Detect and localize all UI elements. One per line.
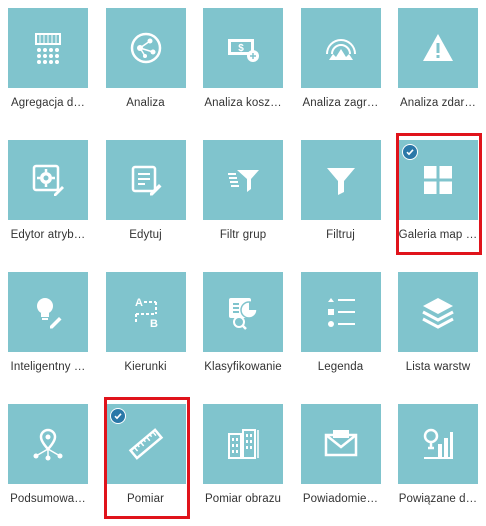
classify-chart-icon: [225, 294, 261, 330]
widget-tile[interactable]: Legenda: [293, 264, 389, 394]
edit-list-icon: [128, 162, 164, 198]
widget-tile[interactable]: Pomiar: [98, 396, 194, 526]
filter-icon: [323, 162, 359, 198]
widget-icon-box[interactable]: [105, 404, 186, 484]
selected-check-icon: [402, 144, 418, 160]
ruler-icon: [128, 426, 164, 462]
widget-tile[interactable]: Lista warstw: [390, 264, 486, 394]
widget-tile[interactable]: Podsumowa…: [0, 396, 96, 526]
selected-check-icon: [109, 408, 126, 424]
widget-tile[interactable]: $ Analiza kosz…: [195, 0, 291, 130]
widget-tile[interactable]: Pomiar obrazu: [195, 396, 291, 526]
widget-icon-box[interactable]: [8, 404, 88, 484]
widget-label: Agregacja d…: [10, 97, 86, 109]
widget-tile[interactable]: Filtruj: [293, 132, 389, 262]
widget-tile[interactable]: Filtr grup: [195, 132, 291, 262]
widget-tile[interactable]: Powiązane d…: [390, 396, 486, 526]
widget-tile[interactable]: A B Kierunki: [98, 264, 194, 394]
widget-label: Galeria map …: [398, 229, 478, 241]
widget-icon-box[interactable]: [300, 404, 381, 484]
widget-label: Klasyfikowanie: [204, 361, 282, 373]
widget-label: Podsumowa…: [10, 493, 86, 505]
widget-icon-box[interactable]: $: [203, 8, 283, 88]
widget-label: Legenda: [317, 361, 364, 373]
widget-tile[interactable]: Analiza: [98, 0, 194, 130]
notification-envelope-icon: [323, 426, 359, 462]
directions-icon: A B: [128, 294, 164, 330]
aggregate-icon: [30, 30, 66, 66]
widget-tile[interactable]: Galeria map …: [390, 132, 486, 262]
widget-icon-box[interactable]: [105, 140, 186, 220]
widget-icon-box[interactable]: [203, 272, 283, 352]
network-analysis-icon: [128, 30, 164, 66]
widget-icon-box[interactable]: [8, 8, 88, 88]
svg-text:$: $: [238, 43, 244, 54]
group-filter-icon: [225, 162, 261, 198]
widget-label: Analiza kosz…: [204, 97, 282, 109]
widget-icon-box[interactable]: [398, 140, 478, 220]
related-data-icon: [420, 426, 456, 462]
cost-money-icon: $: [225, 30, 261, 66]
widget-label: Analiza: [126, 97, 165, 109]
widget-label: Inteligentny …: [10, 361, 86, 373]
widget-tile[interactable]: Analiza zagr…: [293, 0, 389, 130]
widget-label: Powiadomie…: [302, 493, 379, 505]
widget-icon-box[interactable]: [300, 272, 381, 352]
building-measure-icon: [225, 426, 261, 462]
widget-icon-box[interactable]: [398, 8, 478, 88]
widget-icon-box[interactable]: [398, 404, 478, 484]
widget-icon-box[interactable]: [203, 404, 283, 484]
widget-label: Powiązane d…: [398, 493, 478, 505]
widget-label: Analiza zagr…: [302, 97, 379, 109]
widget-icon-box[interactable]: [398, 272, 478, 352]
widget-icon-box[interactable]: [8, 140, 88, 220]
widget-label: Edytor atryb…: [10, 229, 86, 241]
widget-label: Lista warstw: [405, 361, 471, 373]
widget-icon-box[interactable]: [105, 8, 186, 88]
summary-location-icon: [30, 426, 66, 462]
svg-text:A: A: [135, 297, 143, 309]
warning-icon: [420, 30, 456, 66]
widget-tile[interactable]: Inteligentny …: [0, 264, 96, 394]
widget-icon-box[interactable]: A B: [105, 272, 186, 352]
widget-tile[interactable]: Edytor atryb…: [0, 132, 96, 262]
widget-tile[interactable]: Agregacja d…: [0, 0, 96, 130]
widget-label: Pomiar: [126, 493, 165, 505]
threat-radar-icon: [323, 30, 359, 66]
widget-label: Edytuj: [129, 229, 162, 241]
widget-label: Filtruj: [326, 229, 355, 241]
widget-icon-box[interactable]: [8, 272, 88, 352]
widget-label: Kierunki: [124, 361, 167, 373]
legend-icon: [323, 294, 359, 330]
gallery-grid-icon: [420, 162, 456, 198]
widget-tile[interactable]: Klasyfikowanie: [195, 264, 291, 394]
widget-label: Analiza zdar…: [399, 97, 477, 109]
attribute-editor-icon: [30, 162, 66, 198]
smart-editor-icon: [30, 294, 66, 330]
widget-icon-box[interactable]: [300, 8, 381, 88]
widget-tile[interactable]: Edytuj: [98, 132, 194, 262]
layers-icon: [420, 294, 456, 330]
widget-tile[interactable]: Analiza zdar…: [390, 0, 486, 130]
widget-label: Pomiar obrazu: [204, 493, 282, 505]
widget-label: Filtr grup: [219, 229, 267, 241]
widget-icon-box[interactable]: [300, 140, 381, 220]
widget-tile[interactable]: Powiadomie…: [293, 396, 389, 526]
widget-icon-box[interactable]: [203, 140, 283, 220]
svg-text:B: B: [150, 318, 158, 330]
widget-grid: Agregacja d… Analiza $ Analiza kosz… Ana…: [0, 0, 486, 519]
